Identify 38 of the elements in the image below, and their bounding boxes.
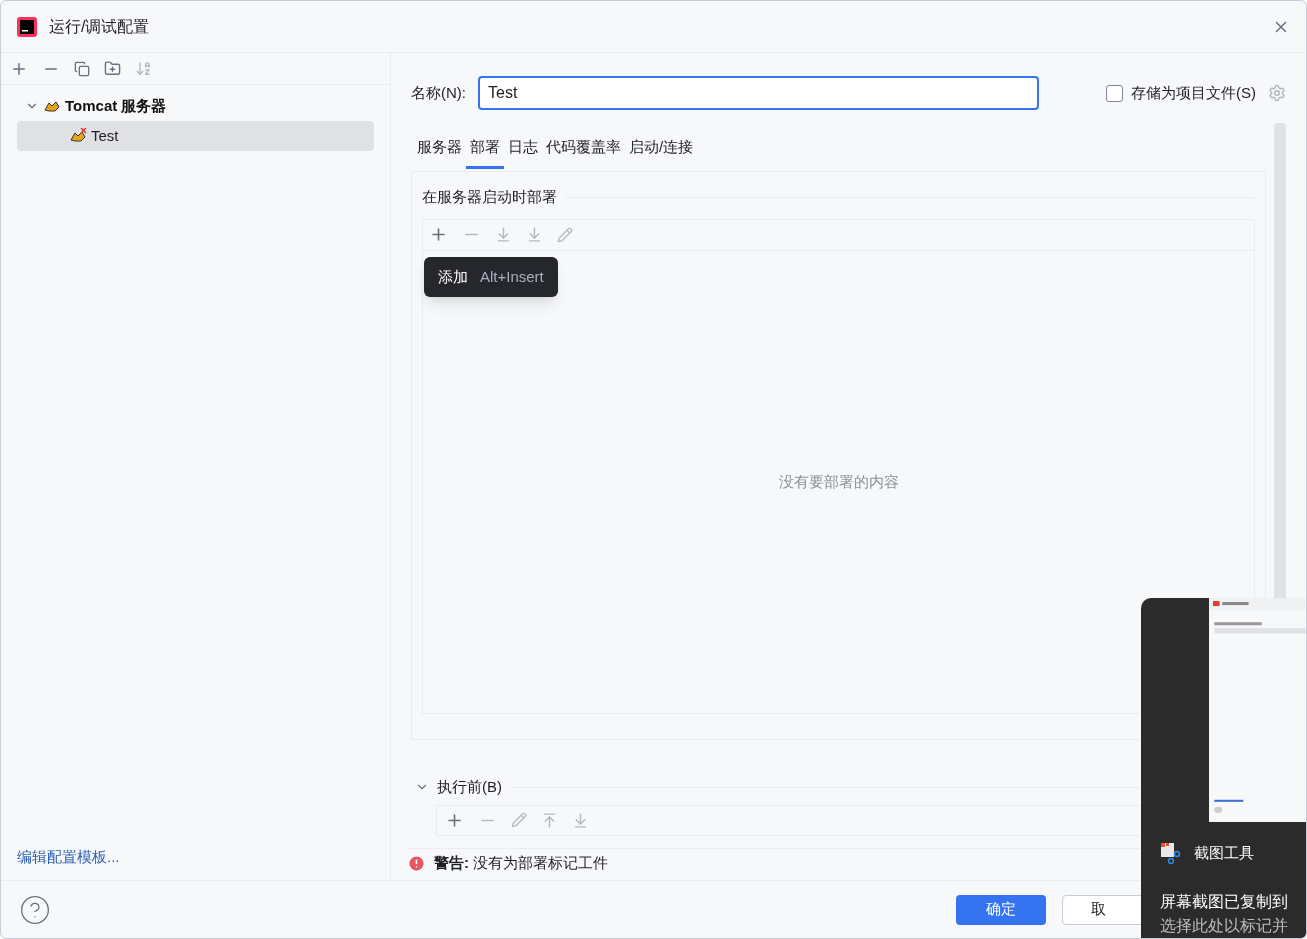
sort-icon[interactable] [135,60,152,77]
app-logo-icon [17,16,37,37]
new-folder-icon[interactable] [104,60,121,77]
move-down-icon[interactable] [572,811,589,829]
warning-message: 警告: 没有为部署标记工件 [434,852,609,873]
section-title: 在服务器启动时部署 [422,187,557,207]
snipping-tool-icon [1160,842,1182,865]
tree-item[interactable]: Tomcat 服务器 [17,91,374,121]
toast-message: 选择此处以标记并 [1159,915,1289,936]
tab[interactable]: 服务器 [413,129,466,169]
ok-button[interactable]: 确定 [956,894,1046,925]
add-icon[interactable] [429,225,448,244]
tab[interactable]: 部署 [466,129,504,169]
checkbox[interactable] [1106,84,1123,102]
copy-icon[interactable] [74,60,90,77]
toast-title: 屏幕截图已复制到 [1159,891,1289,912]
section-title: 执行前(B) [437,777,502,797]
edit-icon[interactable] [557,226,573,243]
help-icon[interactable] [19,893,51,926]
tooltip-label: 添加 [438,266,468,287]
window-title: 运行/调试配置 [49,16,151,37]
settings-icon[interactable] [1268,84,1286,102]
tomcat-error-icon [69,128,87,144]
edit-icon[interactable] [511,812,527,828]
error-icon [407,853,426,873]
tab[interactable]: 启动/连接 [625,129,698,169]
tree-item[interactable]: Test [17,121,374,151]
tab[interactable]: 日志 [504,129,542,169]
empty-state-text: 没有要部署的内容 [778,471,899,492]
toast-app-name: 截图工具 [1194,843,1254,863]
shortcut-text: Alt+Insert [480,266,544,287]
name-label: 名称(N): [411,82,466,103]
tab[interactable]: 代码覆盖率 [542,129,625,169]
edit-templates-link[interactable]: 编辑配置模板... [17,845,120,869]
name-field[interactable]: Test [478,76,1039,110]
checkbox-label: 存储为项目文件(S) [1131,82,1256,103]
move-down-icon[interactable] [526,226,543,243]
notification-toast[interactable]: 截图工具 屏幕截图已复制到 选择此处以标记并 [1141,598,1306,938]
